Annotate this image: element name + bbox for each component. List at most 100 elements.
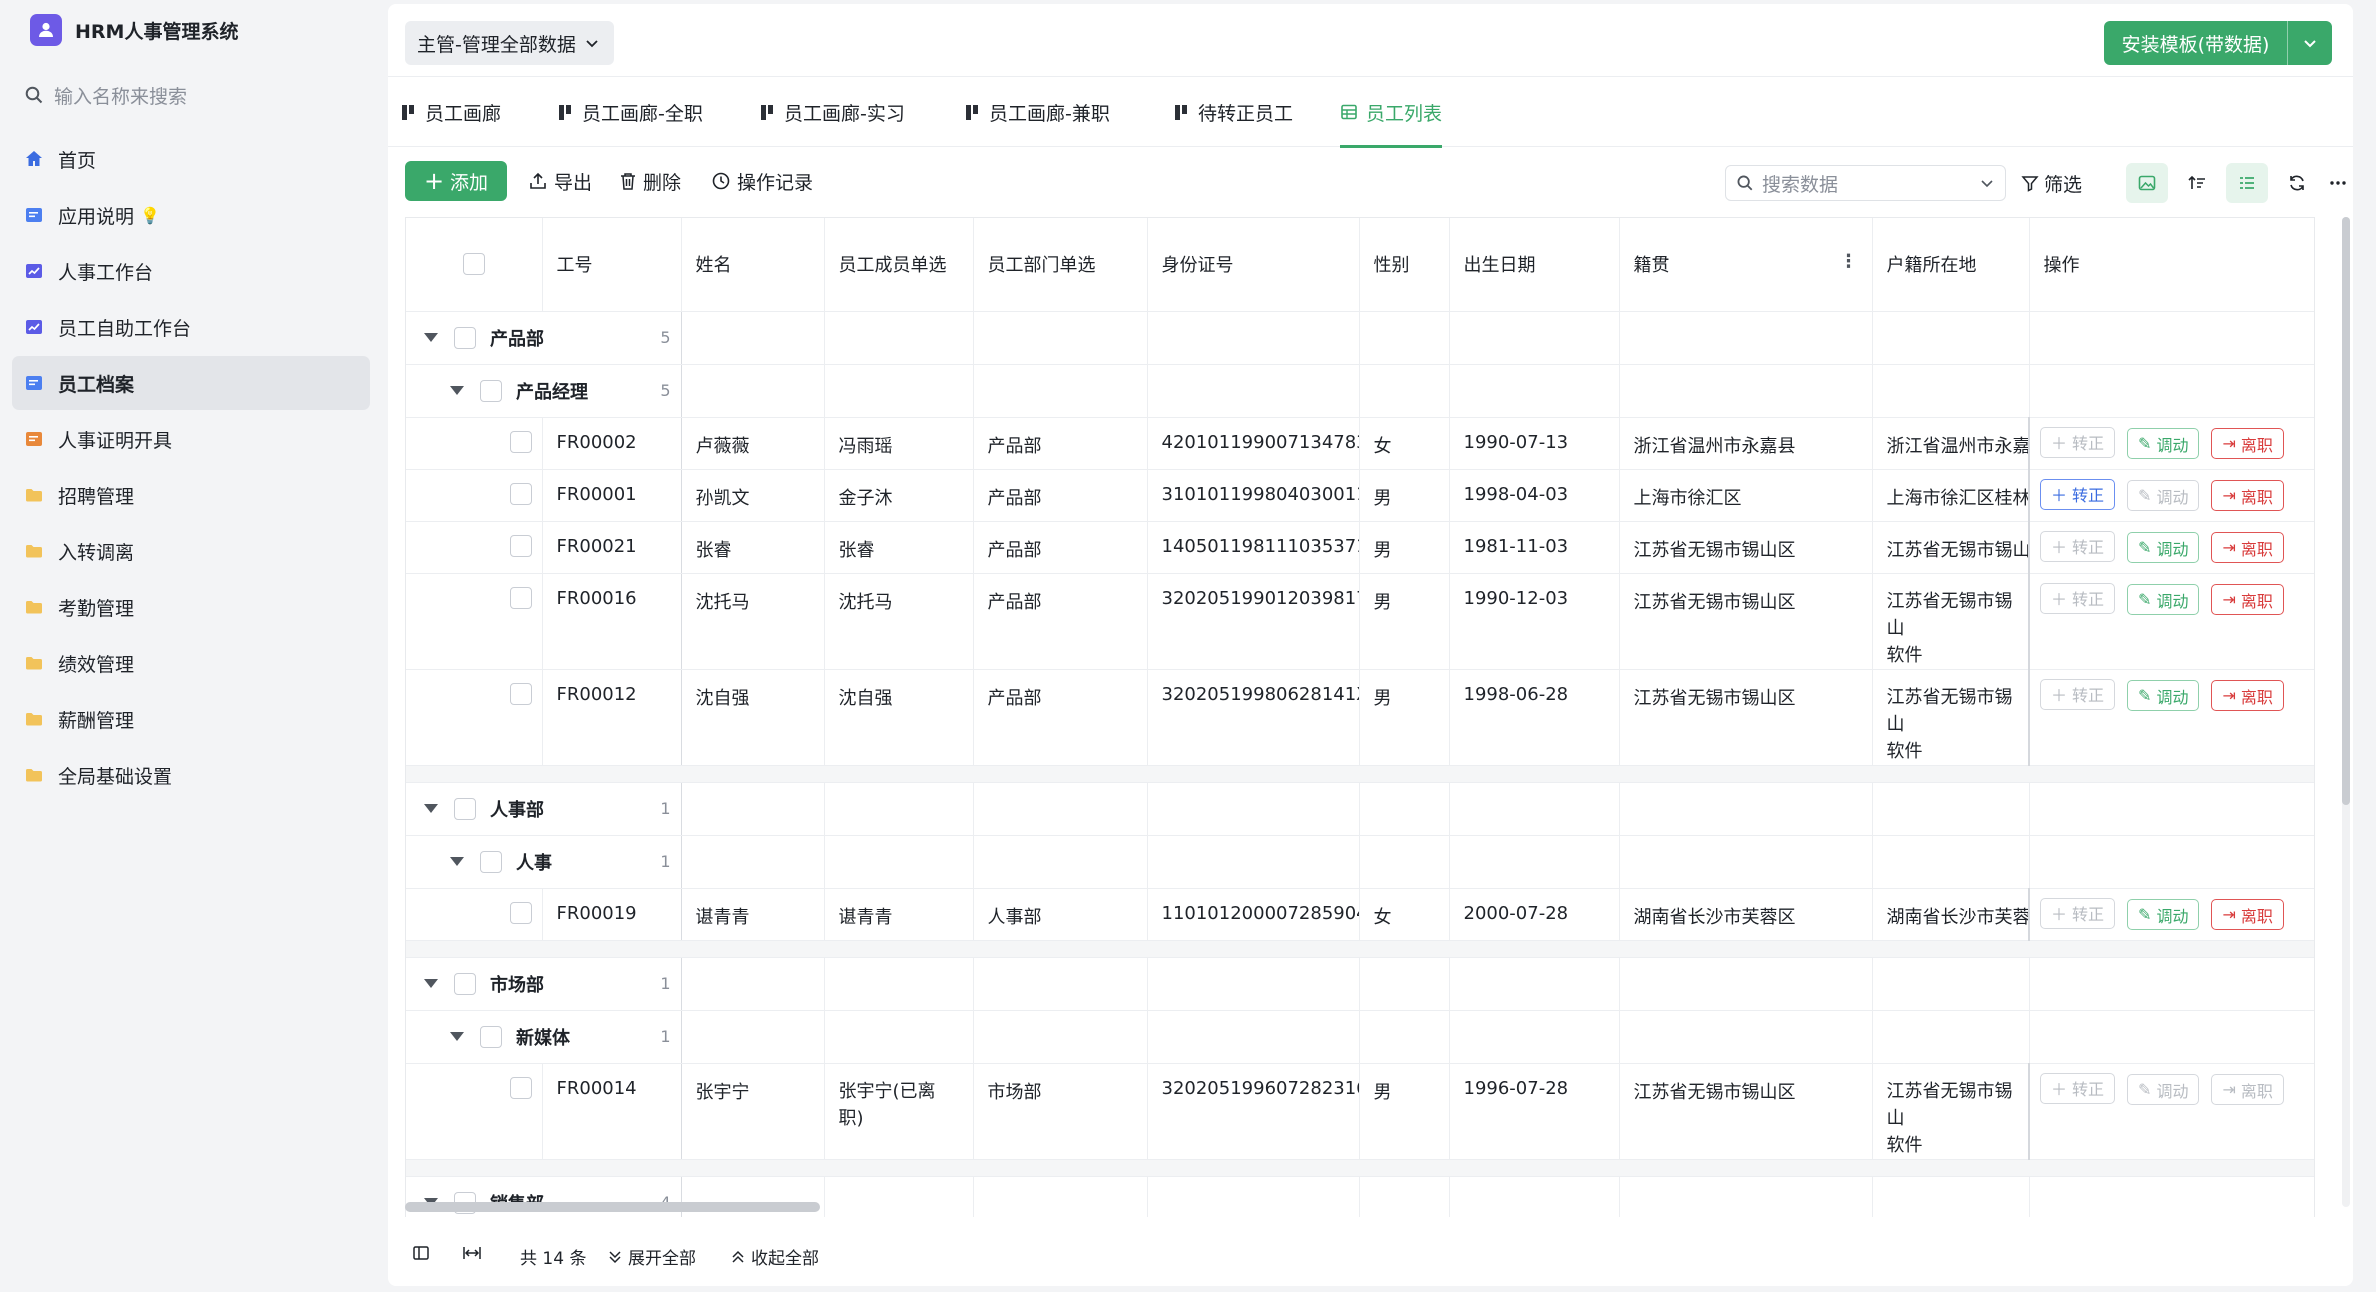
cell-dept[interactable]: 市场部 — [973, 1063, 1148, 1160]
column-header[interactable]: 姓名 — [681, 218, 825, 312]
convert-button[interactable]: ＋转正 — [2040, 478, 2116, 510]
sidebar-item-7[interactable]: 入转调离 — [12, 524, 370, 578]
cell-id[interactable]: FR00014 — [542, 1063, 682, 1160]
cell-residence[interactable]: 江苏省无锡市锡山 — [1872, 521, 2030, 574]
data-search-input[interactable]: 搜索数据 — [1725, 165, 2006, 201]
subgroup-checkbox[interactable] — [480, 1025, 502, 1048]
group-button[interactable] — [2226, 163, 2268, 203]
cell-origin[interactable]: 江苏省无锡市锡山区 — [1619, 521, 1873, 574]
cell-birth[interactable]: 1996-07-28 — [1449, 1063, 1620, 1160]
select-all-checkbox[interactable] — [462, 253, 485, 276]
cell-idno[interactable]: 320205199607282316 — [1147, 1063, 1360, 1160]
sidebar-item-11[interactable]: 全局基础设置 — [12, 748, 370, 802]
add-button[interactable]: + 添加 — [405, 161, 507, 201]
leave-button[interactable]: ⇥ 离职 — [2211, 680, 2284, 711]
row-checkbox[interactable] — [509, 682, 532, 705]
cell-idno[interactable]: 310101199804030011 — [1147, 469, 1360, 522]
sort-button[interactable] — [2176, 163, 2218, 203]
convert-button[interactable]: ＋转正 — [2040, 897, 2116, 929]
leave-button[interactable]: ⇥ 离职 — [2211, 532, 2284, 563]
convert-button[interactable]: ＋转正 — [2040, 530, 2116, 562]
collapse-caret-icon[interactable] — [450, 386, 464, 395]
row-select-cell[interactable] — [406, 888, 543, 941]
cell-birth[interactable]: 1998-06-28 — [1449, 669, 1620, 766]
row-checkbox[interactable] — [509, 534, 532, 557]
row-checkbox[interactable] — [509, 430, 532, 453]
subgroup-row[interactable]: 新媒体 1 — [406, 1010, 2314, 1064]
select-all-cell[interactable] — [406, 218, 543, 312]
view-select-dropdown[interactable]: 主管-管理全部数据 — [405, 21, 614, 65]
cell-birth[interactable]: 1998-04-03 — [1449, 469, 1620, 522]
collapse-caret-icon[interactable] — [450, 857, 464, 866]
cell-id[interactable]: FR00001 — [542, 469, 682, 522]
install-template-main[interactable]: 安装模板(带数据) — [2104, 21, 2288, 65]
tab-0[interactable]: 员工画廊 — [402, 77, 501, 147]
horizontal-scrollbar[interactable] — [405, 1202, 820, 1212]
group-row[interactable]: 人事部 1 — [406, 782, 2314, 836]
cell-dept[interactable]: 人事部 — [973, 888, 1148, 941]
table-row[interactable]: FR00001 孙凯文 金子沐 产品部 310101199804030011 男 1998-… — [406, 469, 2314, 522]
transfer-button[interactable]: ✎ 调动 — [2127, 428, 2200, 459]
toggle-sidebar-button[interactable] — [412, 1244, 430, 1262]
cell-member[interactable]: 张睿 — [824, 521, 974, 574]
expand-all-button[interactable]: 展开全部 — [607, 1244, 696, 1269]
leave-button[interactable]: ⇥ 离职 — [2211, 1074, 2284, 1105]
cell-member[interactable]: 张宇宁(已离 职) — [824, 1063, 974, 1160]
leave-button[interactable]: ⇥ 离职 — [2211, 428, 2284, 459]
subgroup-row[interactable]: 人事 1 — [406, 835, 2314, 889]
leave-button[interactable]: ⇥ 离职 — [2211, 899, 2284, 930]
cell-name[interactable]: 沈托马 — [681, 573, 825, 670]
fit-width-button[interactable] — [462, 1244, 482, 1262]
cell-member[interactable]: 冯雨瑶 — [824, 417, 974, 470]
column-header[interactable]: 身份证号 — [1147, 218, 1360, 312]
sidebar-item-8[interactable]: 考勤管理 — [12, 580, 370, 634]
cell-name[interactable]: 沈自强 — [681, 669, 825, 766]
cell-idno[interactable]: 32020519980628141X — [1147, 669, 1360, 766]
column-menu-icon[interactable]: ⋮ — [1840, 251, 1858, 272]
more-button[interactable] — [2326, 163, 2350, 203]
convert-button[interactable]: ＋转正 — [2040, 582, 2116, 614]
column-header[interactable]: 性别 — [1359, 218, 1450, 312]
collapse-caret-icon[interactable] — [450, 1032, 464, 1041]
filter-button[interactable]: 筛选 — [2021, 165, 2082, 201]
install-template-dropdown[interactable] — [2288, 21, 2332, 65]
column-header[interactable]: 户籍所在地 — [1872, 218, 2030, 312]
row-select-cell[interactable] — [406, 573, 543, 670]
delete-button[interactable]: 删除 — [619, 161, 681, 201]
cell-dept[interactable]: 产品部 — [973, 521, 1148, 574]
cell-birth[interactable]: 1990-12-03 — [1449, 573, 1620, 670]
transfer-button[interactable]: ✎ 调动 — [2127, 680, 2200, 711]
export-button[interactable]: 导出 — [528, 161, 592, 201]
cell-idno[interactable]: 140501198111035371 — [1147, 521, 1360, 574]
row-select-cell[interactable] — [406, 1063, 543, 1160]
row-checkbox[interactable] — [509, 1076, 532, 1099]
sidebar-item-9[interactable]: 绩效管理 — [12, 636, 370, 690]
cell-idno[interactable]: 110101200007285904 — [1147, 888, 1360, 941]
collapse-caret-icon[interactable] — [424, 979, 438, 988]
cell-birth[interactable]: 2000-07-28 — [1449, 888, 1620, 941]
group-checkbox[interactable] — [454, 972, 476, 995]
group-row[interactable]: 市场部 1 — [406, 957, 2314, 1011]
transfer-button[interactable]: ✎ 调动 — [2127, 899, 2200, 930]
cell-idno[interactable]: 320205199012039817 — [1147, 573, 1360, 670]
sidebar-item-0[interactable]: 首页 — [12, 132, 370, 186]
subgroup-checkbox[interactable] — [480, 379, 502, 402]
cell-residence[interactable]: 浙江省温州市永嘉 — [1872, 417, 2030, 470]
cell-id[interactable]: FR00012 — [542, 669, 682, 766]
group-checkbox[interactable] — [454, 326, 476, 349]
cell-name[interactable]: 张睿 — [681, 521, 825, 574]
cell-sex[interactable]: 女 — [1359, 417, 1450, 470]
cell-name[interactable]: 卢薇薇 — [681, 417, 825, 470]
cell-residence[interactable]: 湖南省长沙市芙蓉 — [1872, 888, 2030, 941]
tab-3[interactable]: 员工画廊-兼职 — [966, 77, 1110, 147]
cell-origin[interactable]: 江苏省无锡市锡山区 — [1619, 573, 1873, 670]
cell-origin[interactable]: 上海市徐汇区 — [1619, 469, 1873, 522]
table-row[interactable]: FR00002 卢薇薇 冯雨瑶 产品部 420101199007134783 女 1990-… — [406, 417, 2314, 470]
row-checkbox[interactable] — [509, 586, 532, 609]
cell-origin[interactable]: 浙江省温州市永嘉县 — [1619, 417, 1873, 470]
cell-member[interactable]: 沈自强 — [824, 669, 974, 766]
cell-id[interactable]: FR00016 — [542, 573, 682, 670]
leave-button[interactable]: ⇥ 离职 — [2211, 584, 2284, 615]
cell-dept[interactable]: 产品部 — [973, 669, 1148, 766]
cell-sex[interactable]: 女 — [1359, 888, 1450, 941]
